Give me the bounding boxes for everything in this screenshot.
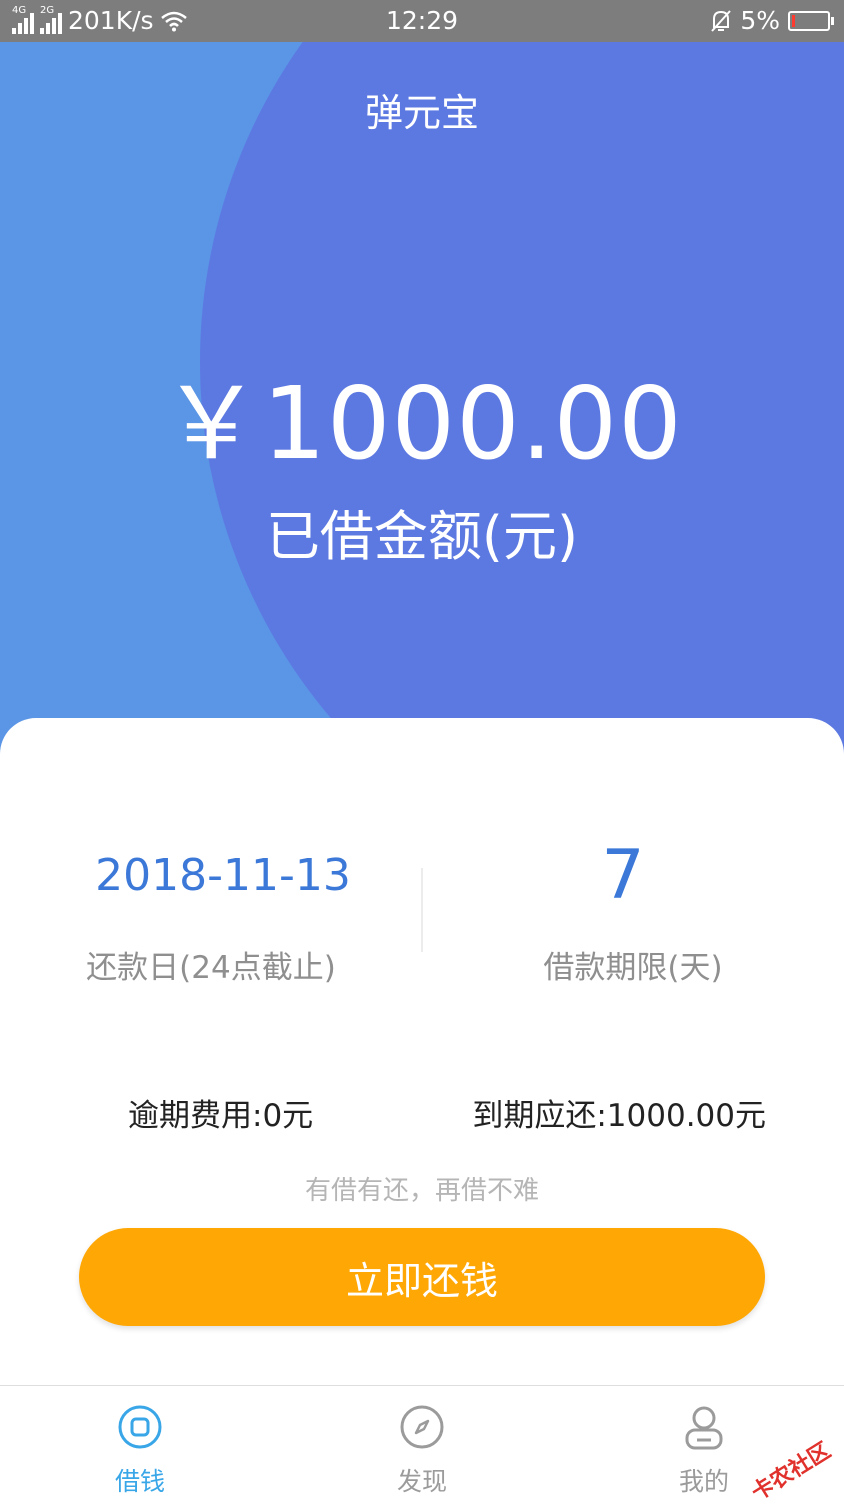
tab-borrow-label: 借钱 bbox=[114, 1467, 165, 1496]
bell-off-icon bbox=[711, 9, 732, 32]
status-right: 5% bbox=[710, 6, 834, 35]
battery-level bbox=[792, 14, 795, 27]
page-title: 弹元宝 bbox=[364, 91, 479, 135]
tab-discover-label: 发现 bbox=[396, 1467, 447, 1496]
hero-banner: 弹元宝 ￥1000.00 已借金额(元) bbox=[0, 42, 844, 762]
borrow-icon bbox=[118, 1405, 162, 1449]
overdue-fee: 逾期费用:0元 bbox=[128, 1098, 314, 1134]
due-date-value: 2018-11-13 bbox=[95, 849, 351, 901]
loan-term-value: 7 bbox=[601, 835, 645, 915]
loan-term-label: 借款期限(天) bbox=[543, 950, 723, 986]
bottom-nav: 借钱 发现 我的 卡农社区 bbox=[0, 1385, 844, 1510]
due-date-label: 还款日(24点截止) bbox=[86, 950, 336, 986]
slogan: 有借有还，再借不难 bbox=[304, 1176, 539, 1206]
battery-percent: 5% bbox=[740, 6, 780, 35]
borrowed-amount-label: 已借金额(元) bbox=[265, 505, 579, 568]
tab-borrow[interactable]: 借钱 bbox=[40, 1386, 240, 1501]
battery-icon bbox=[788, 10, 834, 31]
due-date-block: 2018-11-13 还款日(24点截止) bbox=[0, 836, 422, 987]
fee-summary: 逾期费用:0元 到期应还:1000.00元 bbox=[0, 1090, 844, 1134]
compass-icon bbox=[400, 1405, 444, 1449]
tab-discover[interactable]: 发现 bbox=[322, 1386, 522, 1501]
user-icon bbox=[685, 1406, 723, 1450]
repay-now-button[interactable]: 立即还钱 bbox=[79, 1228, 765, 1326]
borrowed-amount: ￥1000.00 bbox=[161, 365, 683, 482]
status-bar: 4G 2G 201K/s 12:29 5% bbox=[0, 0, 844, 42]
due-amount: 到期应还:1000.00元 bbox=[472, 1098, 766, 1134]
loan-term-block: 7 借款期限(天) bbox=[422, 836, 844, 987]
loan-card: 2018-11-13 还款日(24点截止) 7 借款期限(天) 逾期费用:0元 … bbox=[0, 718, 844, 1386]
